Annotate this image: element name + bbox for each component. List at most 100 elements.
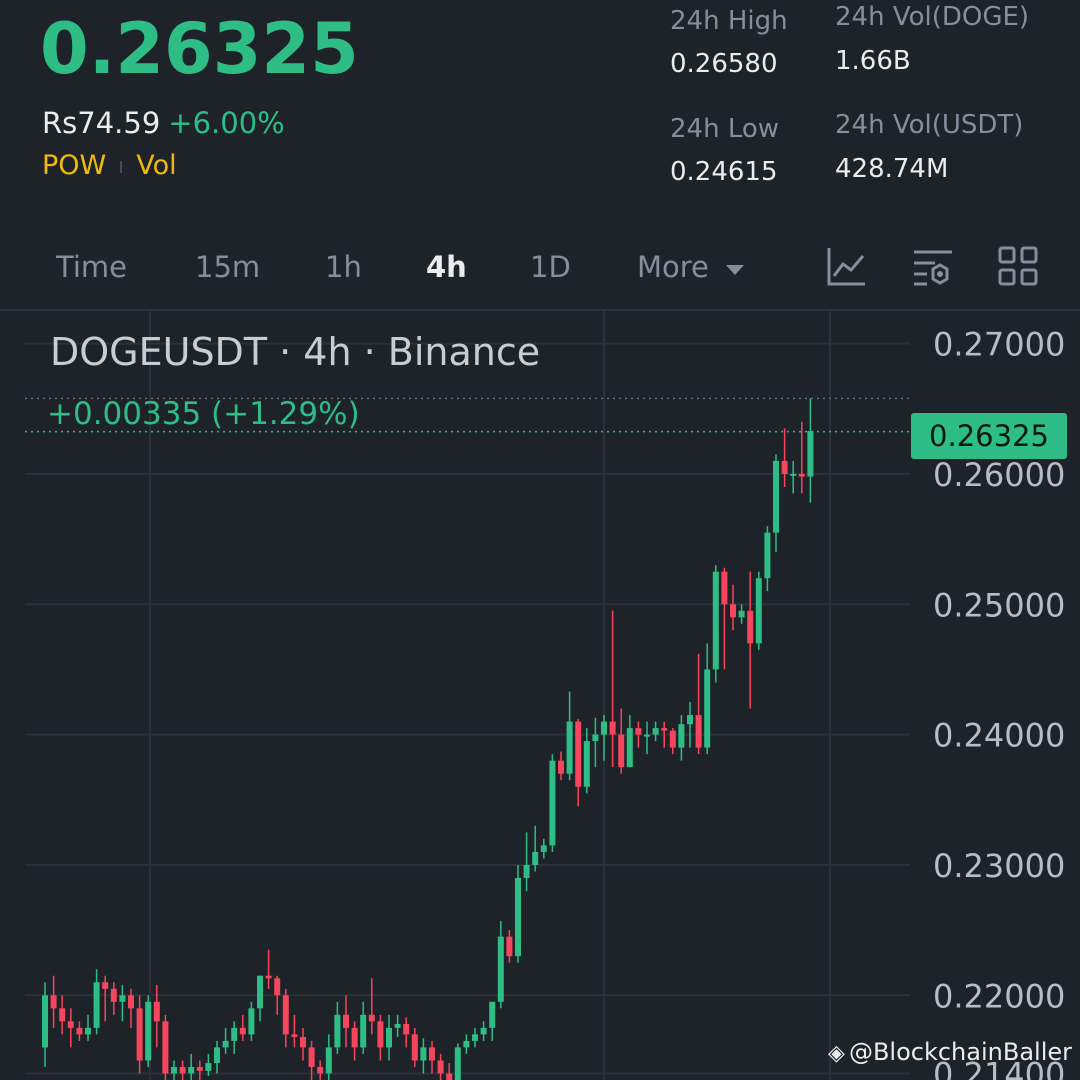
candle-body xyxy=(532,851,539,865)
y-tick-label: 0.22000 xyxy=(933,977,1065,1015)
candle-body xyxy=(480,1027,487,1035)
stat-high-label: 24h High xyxy=(670,6,788,36)
candle-body xyxy=(334,1014,341,1048)
candle-body xyxy=(411,1034,418,1061)
stat-low-label: 24h Low xyxy=(670,114,780,144)
candle-body xyxy=(618,734,625,768)
candle-body xyxy=(721,571,728,605)
candle-body xyxy=(454,1047,461,1080)
candle-body xyxy=(695,715,702,748)
candle-body xyxy=(110,988,117,1002)
candle-body xyxy=(102,982,109,989)
tag-vol[interactable]: Vol xyxy=(136,150,176,181)
candle-body xyxy=(179,1066,186,1074)
candle-body xyxy=(566,721,573,774)
candle-body xyxy=(523,864,530,878)
candle-body xyxy=(50,995,57,1009)
candle-body xyxy=(755,578,762,644)
tab-15m[interactable]: 15m xyxy=(195,250,260,284)
stat-high-value: 0.26580 xyxy=(670,49,778,79)
stat-vol-quote-value: 428.74M xyxy=(835,154,949,184)
stat-low-value: 0.24615 xyxy=(670,157,778,187)
candle-body xyxy=(626,728,633,768)
candle-body xyxy=(730,604,736,618)
candle-body xyxy=(687,715,693,725)
chart-price-change: +0.00335 (+1.29%) xyxy=(47,396,360,432)
tab-time[interactable]: Time xyxy=(56,250,127,284)
candle-body xyxy=(85,1027,91,1035)
candle-body xyxy=(652,728,659,735)
tag-pow[interactable]: POW xyxy=(42,150,106,181)
candle-body xyxy=(420,1047,427,1061)
candle-body xyxy=(153,1001,160,1022)
candle-body xyxy=(248,1008,255,1035)
candle-body xyxy=(231,1027,238,1041)
tab-more-label: More xyxy=(637,250,709,284)
candle-body xyxy=(704,669,711,748)
candle-body xyxy=(472,1034,478,1041)
watermark: ◈ @BlockchainBaller xyxy=(828,1038,1072,1066)
candle-body xyxy=(386,1027,392,1048)
grid-layout-icon[interactable] xyxy=(996,244,1040,288)
candle-body xyxy=(360,1014,367,1048)
y-tick-label: 0.24000 xyxy=(933,717,1065,755)
tab-1h[interactable]: 1h xyxy=(325,250,362,284)
indicator-tags: POW Vol xyxy=(42,150,177,181)
candle-body xyxy=(93,982,100,1028)
chart-title: DOGEUSDT · 4h · Binance xyxy=(50,330,541,374)
stat-vol-quote-label: 24h Vol(USDT) xyxy=(835,110,1024,140)
y-tick-label: 0.27000 xyxy=(933,326,1065,364)
binance-diamond-icon: ◈ xyxy=(828,1041,845,1066)
candle-body xyxy=(171,1066,177,1074)
caret-down-icon xyxy=(726,265,745,275)
candle-body xyxy=(437,1060,444,1074)
y-tick-label: 0.23000 xyxy=(933,847,1065,885)
candle-body xyxy=(76,1027,83,1035)
stat-vol-base-label: 24h Vol(DOGE) xyxy=(835,2,1030,32)
tab-more[interactable]: More xyxy=(637,250,746,284)
candle-body xyxy=(661,728,668,731)
y-tick-label: 0.25000 xyxy=(933,586,1065,624)
stat-vol-base-value: 1.66B xyxy=(835,46,911,76)
candle-body xyxy=(351,1027,358,1048)
current-price-tag: 0.26325 xyxy=(911,413,1067,459)
candle-body xyxy=(145,1001,152,1061)
candle-body xyxy=(644,734,650,737)
candle-body xyxy=(128,995,134,1009)
candle-body xyxy=(188,1066,195,1074)
candle-body xyxy=(583,741,590,787)
candle-body xyxy=(265,975,272,979)
candle-body xyxy=(257,975,263,1009)
candle-body xyxy=(747,610,754,644)
candle-body xyxy=(601,721,607,735)
candle-body xyxy=(282,995,289,1035)
candle-body xyxy=(635,728,642,735)
candle-body xyxy=(558,760,564,774)
watermark-text: @BlockchainBaller xyxy=(848,1038,1072,1066)
candle-body xyxy=(368,1014,375,1022)
candle-body xyxy=(317,1066,324,1074)
fiat-price: Rs74.59 xyxy=(42,106,161,140)
candle-body xyxy=(222,1040,229,1048)
tab-1d[interactable]: 1D xyxy=(530,250,571,284)
candle-body xyxy=(403,1023,410,1035)
candle-body xyxy=(549,760,556,846)
candle-body xyxy=(678,724,685,748)
y-tick-label: 0.26000 xyxy=(933,456,1065,494)
candle-body xyxy=(274,978,281,996)
candle-body xyxy=(489,1001,496,1028)
candle-body xyxy=(214,1047,220,1064)
candle-body xyxy=(446,1073,453,1080)
candle-body xyxy=(343,1014,349,1028)
candles xyxy=(42,398,814,1080)
candle-body xyxy=(609,721,616,735)
candle-body xyxy=(59,1008,66,1022)
indicator-settings-icon[interactable] xyxy=(911,244,955,288)
candle-body xyxy=(669,730,676,748)
tab-4h[interactable]: 4h xyxy=(426,250,467,284)
candle-body xyxy=(429,1047,435,1061)
candle-body xyxy=(42,995,48,1048)
candle-body xyxy=(205,1063,212,1071)
candle-body xyxy=(764,532,771,579)
line-chart-icon[interactable] xyxy=(825,244,869,288)
